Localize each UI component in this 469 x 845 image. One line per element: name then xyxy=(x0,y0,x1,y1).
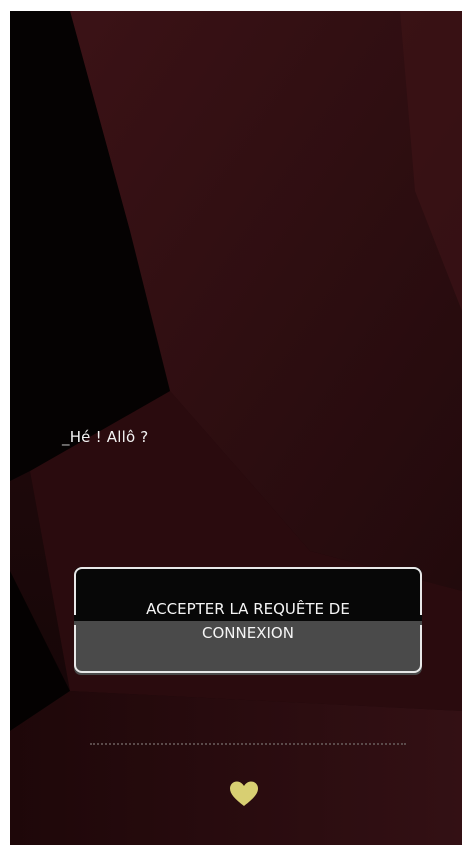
greeting-text: Hé ! Allô ? xyxy=(69,428,149,446)
accept-label-line1: ACCEPTER LA REQUÊTE DE xyxy=(146,600,350,618)
text-cursor: _ xyxy=(62,428,70,446)
accept-connection-button[interactable]: ACCEPTER LA REQUÊTE DE CONNEXION xyxy=(74,567,422,675)
greeting-message: _Hé ! Allô ? xyxy=(62,428,148,446)
heart-icon[interactable] xyxy=(230,781,258,807)
accept-button-label: ACCEPTER LA REQUÊTE DE CONNEXION xyxy=(74,597,422,645)
dotted-divider xyxy=(90,743,406,745)
app-screen: _Hé ! Allô ? ACCEPTER LA REQUÊTE DE CONN… xyxy=(10,11,462,845)
accept-label-line2: CONNEXION xyxy=(202,624,294,642)
